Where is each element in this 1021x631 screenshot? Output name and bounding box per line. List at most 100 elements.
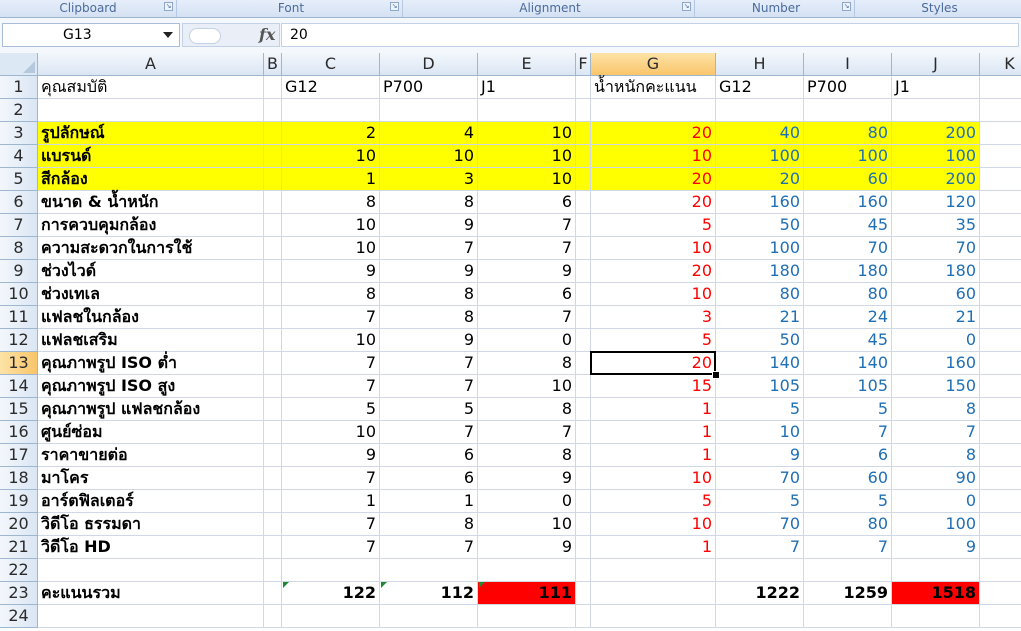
cell-g19[interactable]: 5	[591, 490, 716, 513]
cell-k11[interactable]	[980, 306, 1021, 329]
cell-i12[interactable]: 45	[804, 329, 892, 352]
cell-d13[interactable]: 7	[380, 352, 478, 375]
dialog-launcher-icon[interactable]: ↘	[842, 2, 851, 11]
cell-j23[interactable]: 1518	[892, 582, 980, 605]
cell-h17[interactable]: 9	[716, 444, 804, 467]
row-header-2[interactable]: 2	[0, 99, 38, 122]
cell-e5[interactable]: 10	[478, 168, 576, 191]
cell-b12[interactable]	[264, 329, 282, 352]
row-header-22[interactable]: 22	[0, 559, 38, 582]
cell-g12[interactable]: 5	[591, 329, 716, 352]
cell-b20[interactable]	[264, 513, 282, 536]
cell-d18[interactable]: 6	[380, 467, 478, 490]
cell-j24[interactable]	[892, 605, 980, 628]
cell-f23[interactable]	[576, 582, 591, 605]
cell-h14[interactable]: 105	[716, 375, 804, 398]
cell-k19[interactable]	[980, 490, 1021, 513]
cell-b18[interactable]	[264, 467, 282, 490]
cell-c14[interactable]: 7	[282, 375, 380, 398]
cell-g24[interactable]	[591, 605, 716, 628]
error-indicator-icon[interactable]	[283, 582, 289, 588]
cell-d6[interactable]: 8	[380, 191, 478, 214]
select-all-button[interactable]	[0, 53, 38, 76]
cell-i24[interactable]	[804, 605, 892, 628]
cell-i17[interactable]: 6	[804, 444, 892, 467]
cell-i4[interactable]: 100	[804, 145, 892, 168]
cell-h6[interactable]: 160	[716, 191, 804, 214]
cell-f4[interactable]	[576, 145, 591, 168]
cell-i18[interactable]: 60	[804, 467, 892, 490]
cell-e12[interactable]: 0	[478, 329, 576, 352]
cell-d16[interactable]: 7	[380, 421, 478, 444]
cell-c20[interactable]: 7	[282, 513, 380, 536]
cell-f15[interactable]	[576, 398, 591, 421]
row-header-18[interactable]: 18	[0, 467, 38, 490]
cell-k22[interactable]	[980, 559, 1021, 582]
cell-h11[interactable]: 21	[716, 306, 804, 329]
cell-k14[interactable]	[980, 375, 1021, 398]
cell-j16[interactable]: 7	[892, 421, 980, 444]
cell-a23[interactable]: คะแนนรวม	[38, 582, 264, 605]
cell-h15[interactable]: 5	[716, 398, 804, 421]
cell-k10[interactable]	[980, 283, 1021, 306]
row-header-3[interactable]: 3	[0, 122, 38, 145]
cell-j19[interactable]: 0	[892, 490, 980, 513]
cell-h10[interactable]: 80	[716, 283, 804, 306]
cell-b22[interactable]	[264, 559, 282, 582]
cell-f20[interactable]	[576, 513, 591, 536]
cell-c7[interactable]: 10	[282, 214, 380, 237]
cell-j8[interactable]: 70	[892, 237, 980, 260]
cell-d8[interactable]: 7	[380, 237, 478, 260]
row-header-23[interactable]: 23	[0, 582, 38, 605]
insert-function-icon[interactable]: fx	[259, 25, 275, 44]
cell-i1[interactable]: P700	[804, 76, 892, 99]
cell-a4[interactable]: แบรนด์	[38, 145, 264, 168]
cell-k8[interactable]	[980, 237, 1021, 260]
cell-f8[interactable]	[576, 237, 591, 260]
cell-h20[interactable]: 70	[716, 513, 804, 536]
cell-j21[interactable]: 9	[892, 536, 980, 559]
cell-i20[interactable]: 80	[804, 513, 892, 536]
error-indicator-icon[interactable]	[479, 582, 485, 588]
cell-a8[interactable]: ความสะดวกในการใช้	[38, 237, 264, 260]
cell-i23[interactable]: 1259	[804, 582, 892, 605]
cell-d4[interactable]: 10	[380, 145, 478, 168]
cell-e24[interactable]	[478, 605, 576, 628]
cell-j15[interactable]: 8	[892, 398, 980, 421]
cell-j18[interactable]: 90	[892, 467, 980, 490]
cell-e1[interactable]: J1	[478, 76, 576, 99]
cell-e9[interactable]: 9	[478, 260, 576, 283]
cell-b21[interactable]	[264, 536, 282, 559]
cell-g6[interactable]: 20	[591, 191, 716, 214]
row-header-9[interactable]: 9	[0, 260, 38, 283]
cell-k6[interactable]	[980, 191, 1021, 214]
cell-h3[interactable]: 40	[716, 122, 804, 145]
row-header-14[interactable]: 14	[0, 375, 38, 398]
cell-k1[interactable]	[980, 76, 1021, 99]
cell-c18[interactable]: 7	[282, 467, 380, 490]
cell-g9[interactable]: 20	[591, 260, 716, 283]
cell-b13[interactable]	[264, 352, 282, 375]
cell-a18[interactable]: มาโคร	[38, 467, 264, 490]
cell-c21[interactable]: 7	[282, 536, 380, 559]
cell-f2[interactable]	[576, 99, 591, 122]
cell-h7[interactable]: 50	[716, 214, 804, 237]
row-header-4[interactable]: 4	[0, 145, 38, 168]
cell-k24[interactable]	[980, 605, 1021, 628]
cell-j22[interactable]	[892, 559, 980, 582]
cell-i6[interactable]: 160	[804, 191, 892, 214]
column-header-i[interactable]: I	[804, 53, 892, 76]
cell-d24[interactable]	[380, 605, 478, 628]
cell-d17[interactable]: 6	[380, 444, 478, 467]
cell-e17[interactable]: 8	[478, 444, 576, 467]
cell-k9[interactable]	[980, 260, 1021, 283]
row-header-15[interactable]: 15	[0, 398, 38, 421]
ribbon-group-number[interactable]: Number ↘	[698, 0, 855, 17]
cell-f16[interactable]	[576, 421, 591, 444]
cell-b6[interactable]	[264, 191, 282, 214]
cell-k21[interactable]	[980, 536, 1021, 559]
cell-b9[interactable]	[264, 260, 282, 283]
cell-b15[interactable]	[264, 398, 282, 421]
cell-f14[interactable]	[576, 375, 591, 398]
row-header-13[interactable]: 13	[0, 352, 38, 375]
